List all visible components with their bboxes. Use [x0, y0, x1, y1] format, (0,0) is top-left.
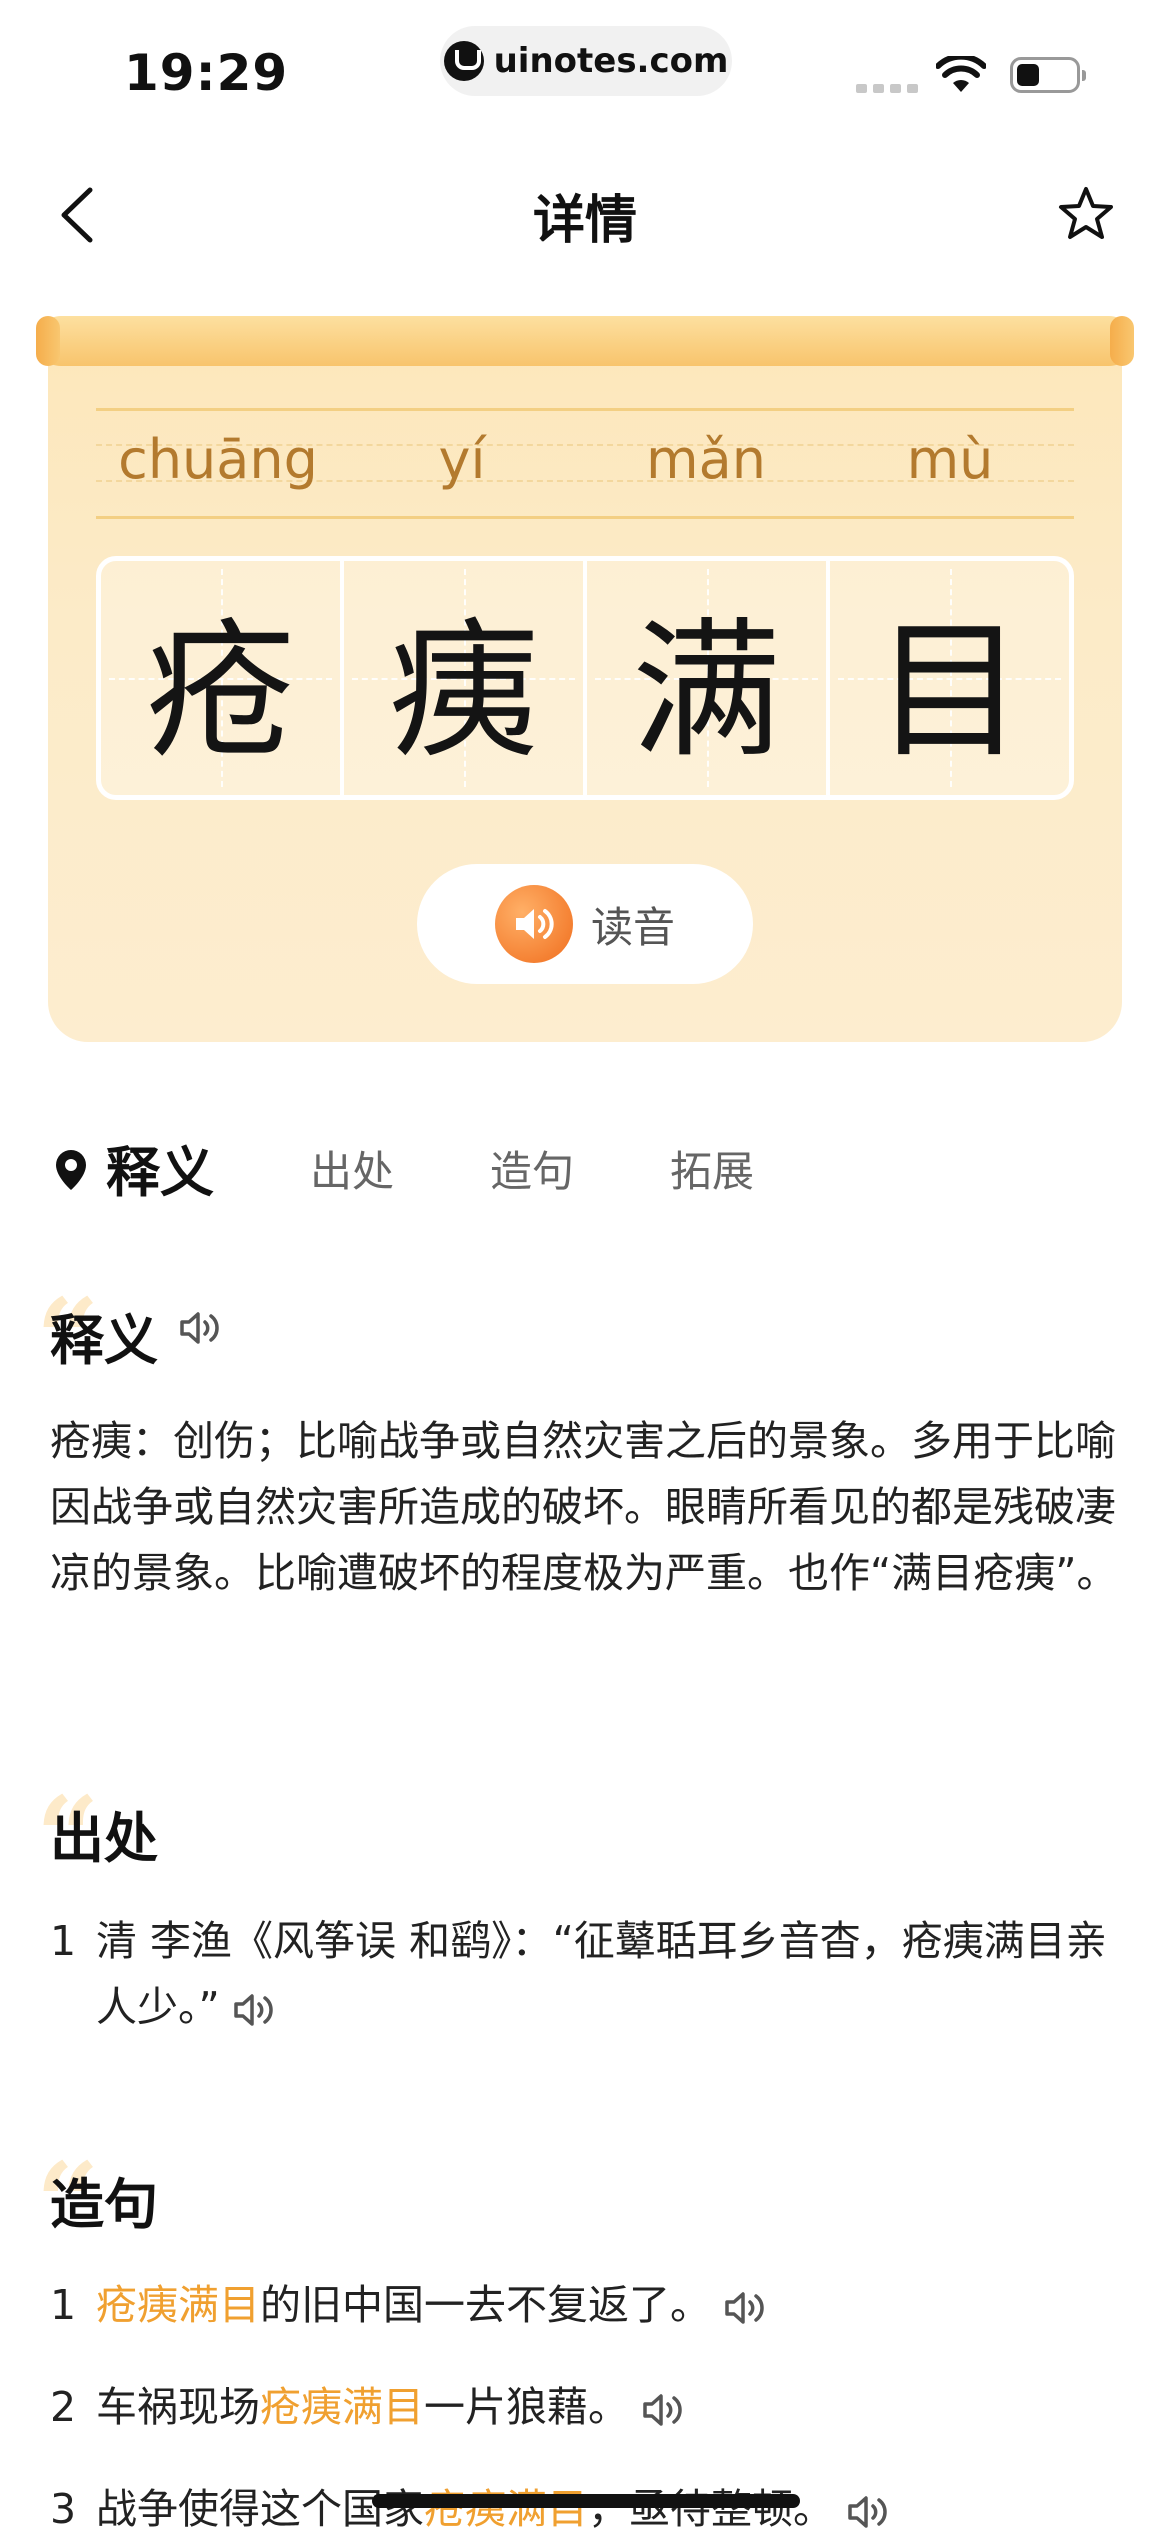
- pinyin-4: mù: [906, 428, 994, 491]
- list-item: 1 疮痍满目的旧中国一去不复返了。: [50, 2272, 1120, 2338]
- wifi-icon: [936, 56, 986, 92]
- status-time: 19:29: [124, 44, 289, 102]
- speaker-icon[interactable]: [641, 2390, 687, 2430]
- pinyin-row: chuāng yí mǎn mù: [96, 408, 1074, 519]
- char-cell: 满: [583, 561, 826, 795]
- read-aloud-label: 读音: [590, 902, 675, 952]
- tab-examples[interactable]: 造句: [490, 1138, 574, 1199]
- examples-title: 造句: [50, 2173, 158, 2236]
- char-cell: 疮: [101, 561, 340, 795]
- list-item: 1 清 李渔《风筝误 和鹞》：“征鼙聒耳乡音杳，疮痍满目亲人少。”: [50, 1917, 1107, 2031]
- site-logo-icon: [443, 41, 484, 81]
- home-indicator[interactable]: [372, 2494, 800, 2508]
- url-pill[interactable]: uinotes.com: [440, 26, 732, 96]
- pinyin-1: chuāng: [118, 428, 318, 491]
- battery-icon: [1010, 57, 1086, 93]
- section-tabs: 释义 出处 造句 拓展: [50, 1128, 1150, 1218]
- page-title: 详情: [532, 191, 637, 251]
- idiom-highlight: 疮痍满目: [424, 2485, 588, 2532]
- tab-meaning[interactable]: 释义: [106, 1128, 214, 1207]
- speaker-icon[interactable]: [846, 2492, 892, 2532]
- pinyin-2: yí: [438, 428, 486, 491]
- scroll-rod: [36, 316, 1134, 366]
- meaning-title: 释义: [50, 1309, 158, 1372]
- read-aloud-button[interactable]: 读音: [417, 864, 753, 984]
- star-icon[interactable]: [1056, 184, 1116, 244]
- tab-extension[interactable]: 拓展: [670, 1138, 754, 1199]
- list-item: 2 车祸现场疮痍满目一片狼藉。: [50, 2374, 1120, 2440]
- pinyin-3: mǎn: [646, 428, 766, 491]
- char-cell: 痍: [340, 561, 583, 795]
- status-bar: 19:29 uinotes.com: [0, 0, 1170, 130]
- char-cell: 目: [826, 561, 1069, 795]
- idiom-characters: 疮 痍 满 目: [96, 556, 1074, 800]
- speaker-icon[interactable]: [723, 2288, 769, 2328]
- location-pin-icon: [56, 1150, 86, 1190]
- meaning-text: 疮痍：创伤；比喻战争或自然灾害之后的景象。多用于比喻因战争或自然灾害所造成的破坏…: [50, 1417, 1118, 1597]
- speaker-icon: [494, 885, 573, 963]
- signal-icon: [856, 84, 918, 93]
- idiom-highlight: 疮痍满目: [260, 2383, 424, 2431]
- idiom-highlight: 疮痍满目: [96, 2281, 260, 2329]
- source-title: 出处: [50, 1807, 158, 1870]
- tab-source[interactable]: 出处: [310, 1138, 394, 1199]
- speaker-icon[interactable]: [178, 1308, 224, 1348]
- url-text: uinotes.com: [493, 41, 729, 81]
- speaker-icon[interactable]: [232, 1990, 278, 2030]
